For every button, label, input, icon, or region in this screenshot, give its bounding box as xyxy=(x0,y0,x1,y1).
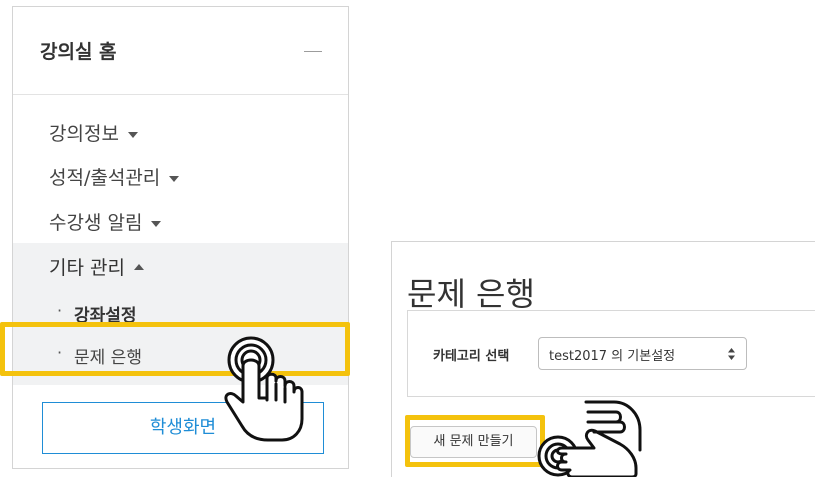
page-title: 문제 은행 xyxy=(407,275,535,313)
hand-pointer-icon xyxy=(224,336,304,442)
chevron-down-icon xyxy=(151,220,162,227)
menu-item-student-notifications[interactable]: 수강생 알림 xyxy=(13,198,348,242)
bullet: · xyxy=(57,301,63,320)
panel-header: 강의실 홈 xyxy=(13,7,348,95)
menu-item-label: 수강생 알림 xyxy=(49,212,143,234)
menu-item-label: 기타 관리 xyxy=(49,257,125,279)
menu-item-course-info[interactable]: 강의정보 xyxy=(13,109,348,153)
minus-icon[interactable] xyxy=(304,51,322,52)
panel-title: 강의실 홈 xyxy=(40,41,117,63)
chevron-down-icon xyxy=(169,175,180,182)
menu-item-label: 성적/출석관리 xyxy=(49,167,161,189)
menu-item-label: 강의정보 xyxy=(49,123,119,145)
category-select-value: test2017 의 기본설정 xyxy=(549,349,676,364)
chevron-up-icon xyxy=(133,263,144,270)
category-filter-box: 카테고리 선택 test2017 의 기본설정 xyxy=(407,310,815,397)
menu-item-grades-attendance[interactable]: 성적/출석관리 xyxy=(13,153,348,197)
highlight-box-new-question xyxy=(405,415,545,467)
category-select[interactable]: test2017 의 기본설정 xyxy=(538,337,747,370)
up-down-arrow-icon xyxy=(728,348,735,360)
chevron-down-icon xyxy=(127,131,138,138)
hand-pointer-icon xyxy=(537,400,642,477)
category-label: 카테고리 선택 xyxy=(433,349,510,364)
